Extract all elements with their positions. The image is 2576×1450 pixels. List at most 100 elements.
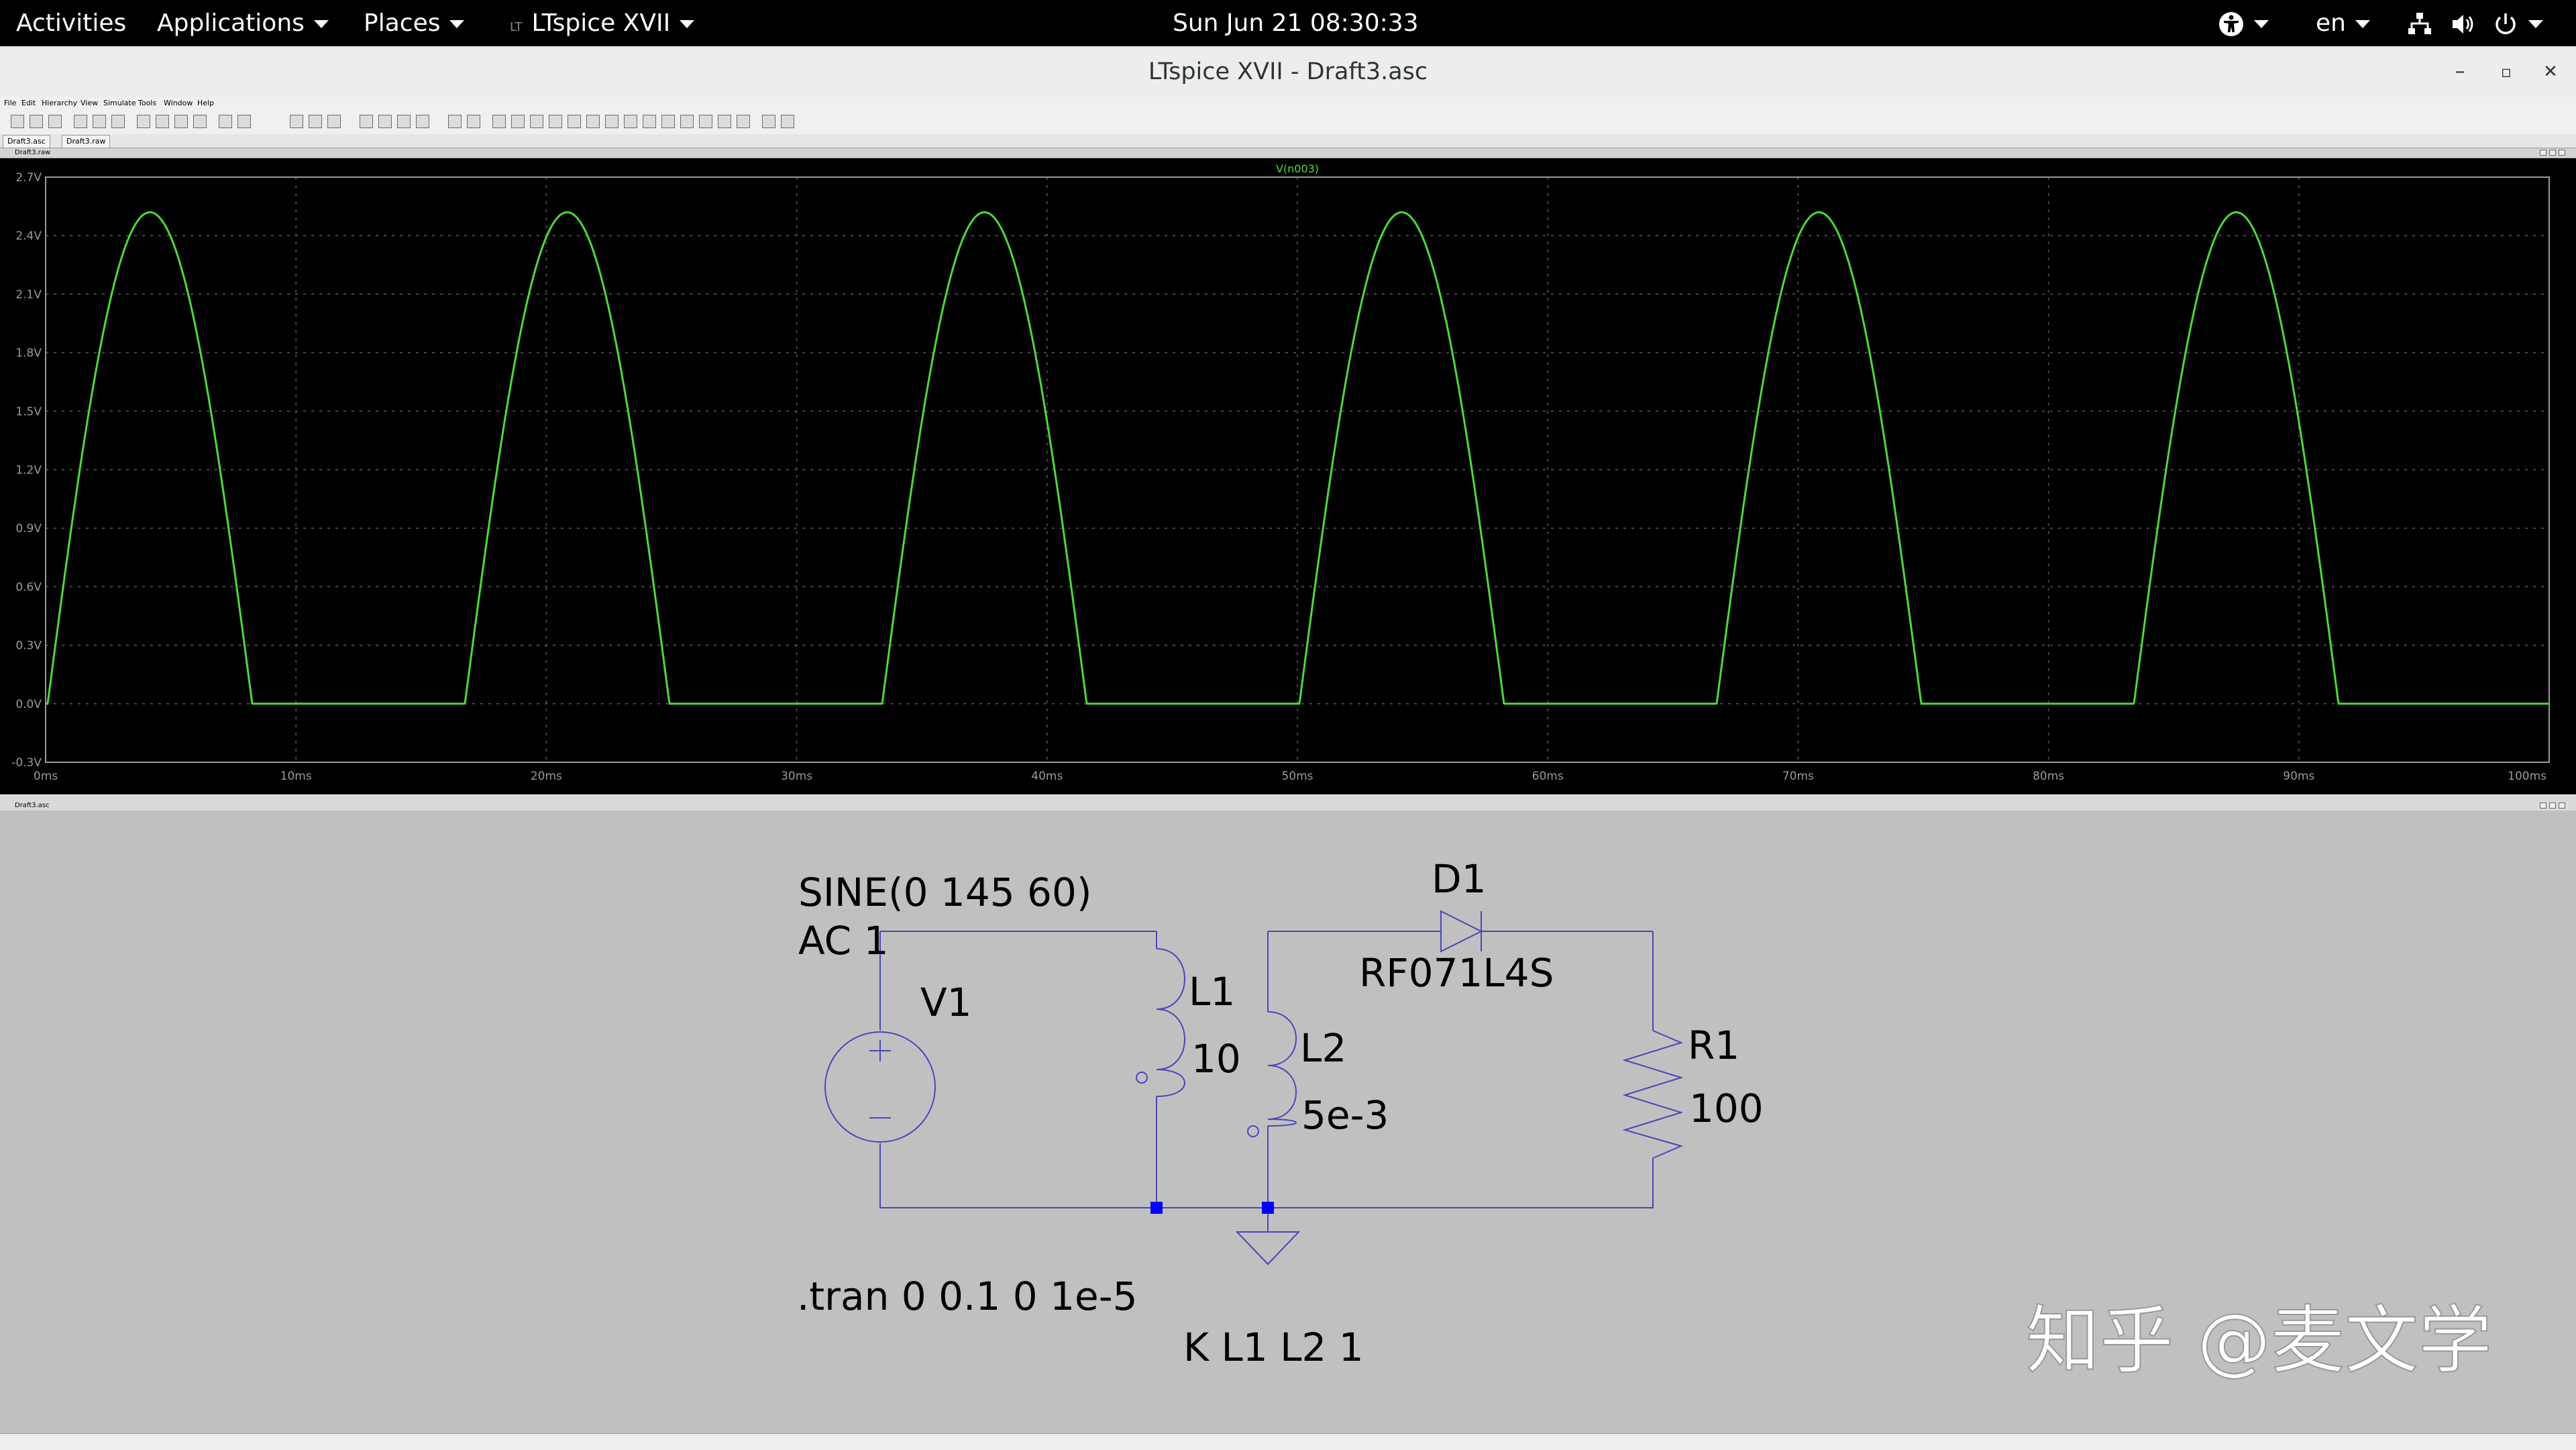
paste-icon[interactable] — [397, 115, 411, 128]
tile-vertical-icon[interactable] — [309, 115, 322, 128]
label-net-icon[interactable] — [530, 115, 543, 128]
print-preview-icon[interactable] — [467, 115, 480, 128]
cut-icon[interactable] — [360, 115, 373, 128]
app-menu[interactable]: LT LTspice XVII — [510, 0, 695, 46]
cascade-icon[interactable] — [327, 115, 341, 128]
menu-simulate[interactable]: Simulate — [103, 99, 136, 107]
tran-directive[interactable]: .tran 0 0.1 0 1e-5 — [797, 1274, 1138, 1319]
resistor-icon[interactable] — [549, 115, 562, 128]
mirror-icon[interactable] — [737, 115, 750, 128]
move-icon[interactable] — [643, 115, 656, 128]
wire-icon[interactable] — [492, 115, 506, 128]
v1-value-line2[interactable]: AC 1 — [798, 918, 889, 964]
diode-d1[interactable] — [1440, 910, 1483, 953]
accessibility-menu[interactable] — [2218, 0, 2269, 46]
places-label: Places — [364, 9, 441, 37]
places-menu[interactable]: Places — [364, 0, 465, 46]
inductor-icon[interactable] — [586, 115, 600, 128]
l2-value[interactable]: 5e-3 — [1301, 1092, 1389, 1138]
menu-hierarchy[interactable]: Hierarchy — [42, 99, 77, 107]
v1-value-line1[interactable]: SINE(0 145 60) — [798, 870, 1092, 915]
new-schematic-icon[interactable] — [11, 115, 24, 128]
menu-help[interactable]: Help — [197, 99, 214, 107]
close-icon[interactable] — [2559, 150, 2565, 156]
minimize-icon[interactable] — [2540, 150, 2546, 156]
spice-directive-icon[interactable] — [781, 115, 794, 128]
wire[interactable] — [1157, 1207, 1269, 1232]
redo-icon[interactable] — [699, 115, 712, 128]
resistor-r1[interactable] — [1622, 1030, 1684, 1159]
menu-file[interactable]: File — [4, 99, 16, 107]
l1-name[interactable]: L1 — [1189, 969, 1235, 1015]
find-icon[interactable] — [416, 115, 429, 128]
v1-name[interactable]: V1 — [920, 980, 972, 1025]
l1-value[interactable]: 10 — [1191, 1036, 1241, 1082]
inductor-l2[interactable] — [1247, 1011, 1297, 1137]
text-icon[interactable] — [762, 115, 775, 128]
rotate-icon[interactable] — [718, 115, 731, 128]
trace-label-v-n003[interactable]: V(n003) — [1276, 162, 1319, 175]
autorange-icon[interactable] — [219, 115, 232, 128]
copy-icon[interactable] — [378, 115, 392, 128]
pan-icon[interactable] — [137, 115, 150, 128]
wire[interactable] — [879, 931, 1157, 1208]
x-tick-label: 100ms — [2508, 770, 2546, 783]
r1-name[interactable]: R1 — [1688, 1023, 1739, 1068]
halt-icon[interactable] — [111, 115, 125, 128]
tab-draft3-asc[interactable]: Draft3.asc — [3, 135, 50, 148]
y-tick-label: 0.6V — [15, 580, 42, 594]
minimize-icon[interactable] — [2540, 802, 2546, 809]
menu-tools[interactable]: Tools — [138, 99, 156, 107]
open-icon[interactable] — [30, 115, 43, 128]
network-icon — [2408, 13, 2431, 34]
r1-value[interactable]: 100 — [1689, 1086, 1764, 1131]
save-icon[interactable] — [48, 115, 62, 128]
system-menu[interactable] — [2406, 0, 2543, 46]
d1-name[interactable]: D1 — [1432, 856, 1487, 902]
window-title-bar: LTspice XVII - Draft3.asc – ▫ ✕ — [0, 46, 2576, 98]
l2-name[interactable]: L2 — [1300, 1025, 1346, 1071]
restore-icon[interactable] — [2549, 802, 2556, 809]
diode-icon[interactable] — [605, 115, 619, 128]
maximize-button[interactable]: ▫ — [2491, 57, 2521, 87]
waveform-viewer[interactable]: 2.7V 2.4V 2.1V 1.8V 1.5V 1.2V 0.9V 0.6V 0.3V 0.0V… — [0, 158, 2576, 794]
menu-window[interactable]: Window — [164, 99, 193, 107]
capacitor-icon[interactable] — [568, 115, 581, 128]
close-button[interactable]: ✕ — [2536, 57, 2565, 87]
d1-model[interactable]: RF071L4S — [1359, 950, 1554, 996]
drag-icon[interactable] — [661, 115, 675, 128]
tab-draft3-raw[interactable]: Draft3.raw — [62, 135, 111, 148]
control-panel-icon[interactable] — [74, 115, 87, 128]
coupling-directive[interactable]: K L1 L2 1 — [1183, 1325, 1364, 1370]
print-icon[interactable] — [448, 115, 462, 128]
fit-icon[interactable] — [237, 115, 251, 128]
voltage-source-v1[interactable] — [824, 1031, 936, 1143]
inductor-l1[interactable] — [1136, 948, 1185, 1159]
junction-node[interactable] — [1262, 1202, 1274, 1214]
x-axis: 0ms 10ms 20ms 30ms 40ms 50ms 60ms 70ms 80ms 90ms 1… — [34, 770, 2546, 783]
schematic-editor[interactable]: SINE(0 145 60) AC 1 V1 L1 10 L2 5e-3 D1 … — [0, 811, 2576, 1433]
tile-horizontal-icon[interactable] — [290, 115, 303, 128]
applications-menu[interactable]: Applications — [157, 0, 329, 46]
x-tick-label: 90ms — [2283, 770, 2314, 783]
chevron-down-icon — [2254, 20, 2269, 28]
clock[interactable]: Sun Jun 21 08:30:33 — [1173, 0, 1419, 46]
ground-symbol[interactable] — [1235, 1231, 1301, 1265]
zoom-in-icon[interactable] — [156, 115, 169, 128]
zoom-out-icon[interactable] — [174, 115, 188, 128]
undo-icon[interactable] — [680, 115, 694, 128]
gnome-top-bar: Activities Applications Places LT LTspice… — [0, 0, 2576, 46]
zoom-cancel-icon[interactable] — [193, 115, 207, 128]
run-icon[interactable] — [93, 115, 106, 128]
activities-button[interactable]: Activities — [16, 0, 126, 46]
language-menu[interactable]: en — [2316, 0, 2370, 46]
menu-view[interactable]: View — [80, 99, 98, 107]
restore-icon[interactable] — [2549, 150, 2556, 156]
close-icon[interactable] — [2559, 802, 2565, 809]
minimize-button[interactable]: – — [2445, 57, 2475, 87]
junction-node[interactable] — [1150, 1202, 1163, 1214]
component-icon[interactable] — [624, 115, 637, 128]
toolbar — [0, 109, 2576, 135]
menu-edit[interactable]: Edit — [21, 99, 36, 107]
ground-icon[interactable] — [511, 115, 525, 128]
